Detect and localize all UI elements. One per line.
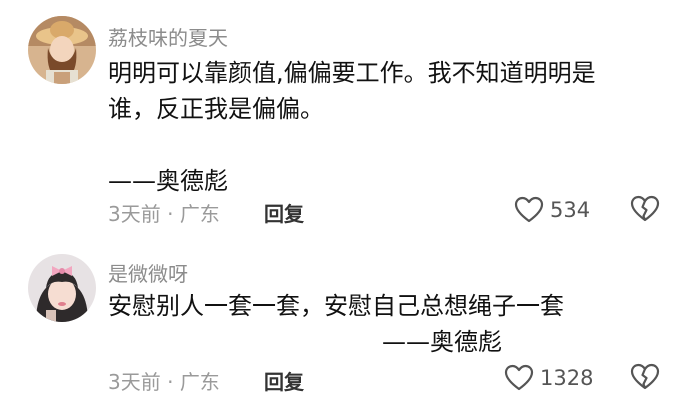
comment-signature: ——奥德彪 (108, 167, 228, 195)
avatar[interactable] (28, 254, 96, 322)
like-button[interactable]: 534 (514, 195, 590, 225)
username[interactable]: 是微微呀 (108, 258, 188, 287)
comment-signature: ——奥德彪 (382, 328, 502, 356)
broken-heart-icon (630, 195, 660, 222)
like-count: 1328 (540, 366, 594, 390)
like-button[interactable]: 1328 (504, 363, 593, 393)
reply-button[interactable]: 回复 (264, 366, 304, 395)
dislike-button[interactable] (630, 363, 660, 393)
comment-meta: 3天前 · 广东 (108, 198, 220, 227)
dislike-button[interactable] (630, 195, 660, 225)
comment-text-line: 安慰别人一套一套，安慰自己总想绳子一套 (108, 292, 564, 320)
comment-meta: 3天前 · 广东 (108, 366, 220, 395)
broken-heart-icon (630, 363, 660, 390)
comment-time: 3天前 (108, 370, 161, 394)
girl-with-bow-avatar-icon (28, 254, 96, 322)
reply-button[interactable]: 回复 (264, 198, 304, 227)
username[interactable]: 荔枝味的夏天 (108, 22, 228, 51)
comment-blank-line (108, 127, 668, 163)
girl-with-hat-avatar-icon (28, 16, 96, 84)
comment-text: 安慰别人一套一套，安慰自己总想绳子一套 ——奥德彪 (108, 288, 668, 360)
avatar[interactable] (28, 16, 96, 84)
meta-separator: · (167, 202, 174, 226)
comment-text-line: 谁，反正我是偏偏。 (108, 95, 324, 123)
comment-time: 3天前 (108, 202, 161, 226)
meta-separator: · (167, 370, 174, 394)
comment-item: 荔枝味的夏天 明明可以靠颜值,偏偏要工作。我不知道明明是 谁，反正我是偏偏。 —… (0, 0, 690, 240)
comment-item: 是微微呀 安慰别人一套一套，安慰自己总想绳子一套 ——奥德彪 3天前 · 广东 … (0, 240, 690, 412)
comment-location: 广东 (179, 370, 220, 394)
like-count: 534 (550, 198, 591, 222)
comment-text-line: 明明可以靠颜值,偏偏要工作。我不知道明明是 (108, 59, 596, 87)
heart-icon (504, 364, 534, 391)
comment-location: 广东 (179, 202, 220, 226)
heart-icon (514, 196, 544, 223)
comment-text: 明明可以靠颜值,偏偏要工作。我不知道明明是 谁，反正我是偏偏。 ——奥德彪 (108, 55, 668, 199)
